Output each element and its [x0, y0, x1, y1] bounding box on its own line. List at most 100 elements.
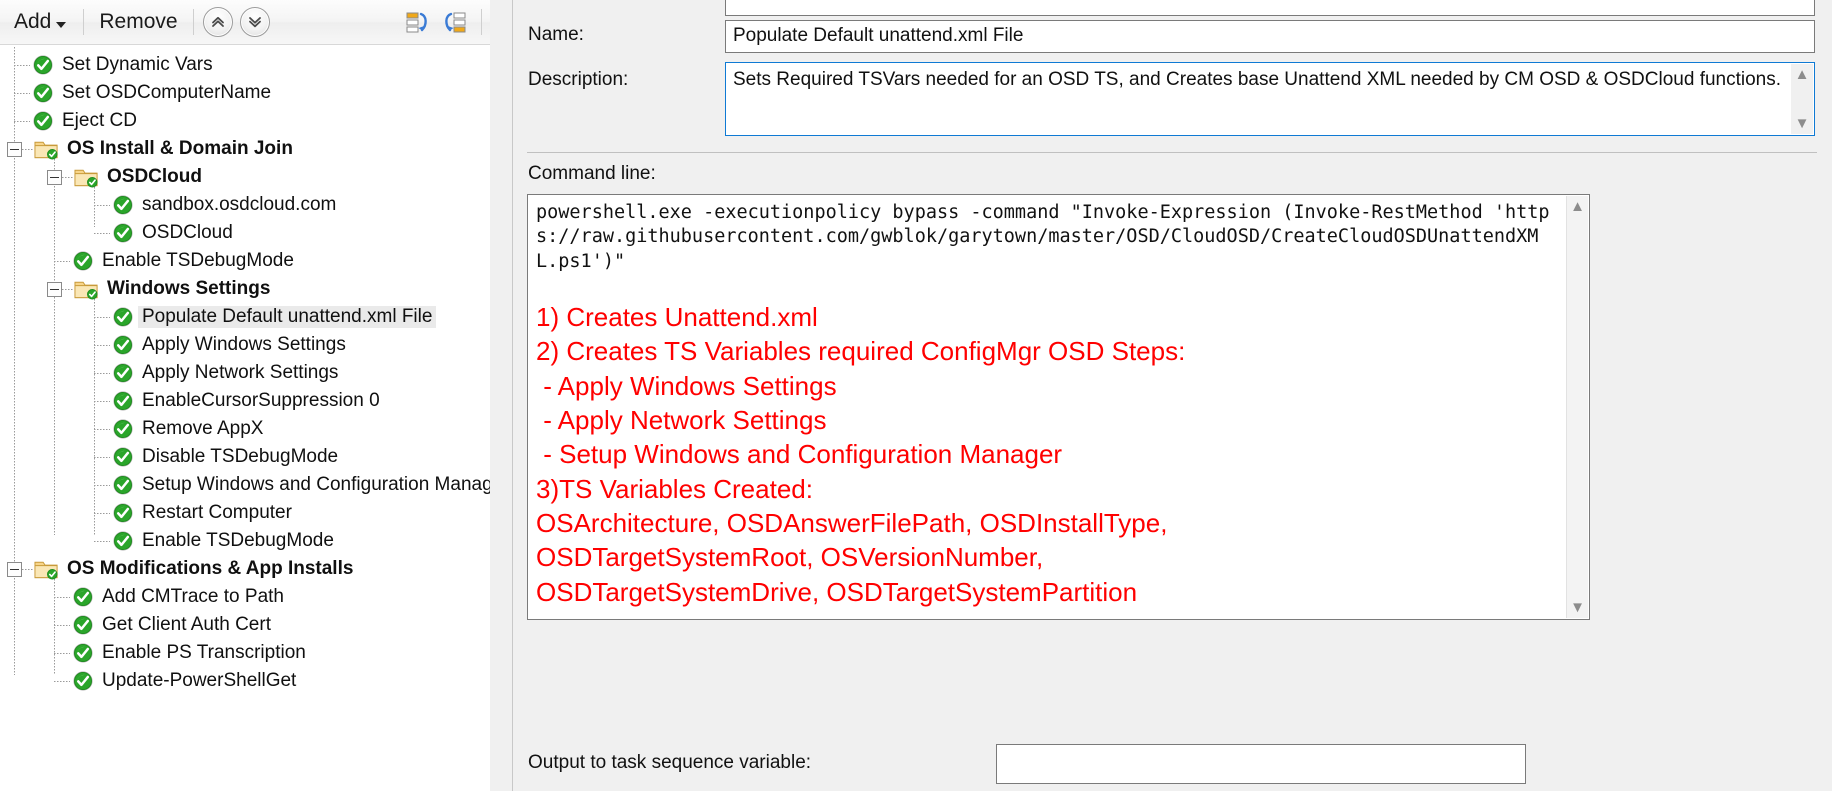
step-properties-panel: Name: Populate Default unattend.xml File…: [512, 0, 1832, 791]
tree-connector-line: [94, 513, 110, 514]
tree-connector-line: [54, 261, 70, 262]
tree-step-row[interactable]: Apply Windows Settings: [0, 331, 490, 359]
tree-step-row[interactable]: Enable TSDebugMode: [0, 527, 490, 555]
tree-item-label: Restart Computer: [142, 502, 292, 523]
tree-step-row[interactable]: Enable PS Transcription: [0, 639, 490, 667]
tree-connector-line: [94, 541, 110, 542]
tree-step-row[interactable]: Get Client Auth Cert: [0, 611, 490, 639]
tree-item-label: Set Dynamic Vars: [62, 54, 213, 75]
tree-connector-line: [94, 233, 110, 234]
move-up-button[interactable]: [202, 7, 233, 37]
chevron-down-icon[interactable]: ▼: [1795, 116, 1810, 131]
folder-icon: [34, 141, 58, 160]
tree-step-row[interactable]: Enable TSDebugMode: [0, 247, 490, 275]
description-scrollbar[interactable]: ▲ ▼: [1791, 64, 1813, 134]
command-line-text: powershell.exe -executionpolicy bypass -…: [536, 202, 1550, 272]
name-input[interactable]: Populate Default unattend.xml File: [725, 20, 1815, 53]
toolbar-separator-3: [481, 9, 482, 35]
success-check-icon: [113, 363, 133, 383]
collapse-all-icon: [406, 12, 427, 33]
tree-toolbar: Add Remove: [0, 0, 490, 45]
tree-expander-collapse-icon[interactable]: [47, 281, 62, 297]
expand-all-button[interactable]: [441, 8, 469, 36]
tree-step-row[interactable]: OSDCloud: [0, 219, 490, 247]
type-input[interactable]: [725, 0, 1815, 16]
output-variable-label: Output to task sequence variable:: [528, 752, 812, 773]
tree-group-row[interactable]: OSDCloud: [0, 163, 490, 191]
tree-step-row[interactable]: Remove AppX: [0, 415, 490, 443]
tree-item-label: Set OSDComputerName: [62, 82, 272, 103]
remove-button[interactable]: Remove: [93, 8, 183, 36]
tree-connector-line: [94, 457, 110, 458]
tree-step-row[interactable]: Update-PowerShellGet: [0, 667, 490, 695]
remove-button-label: Remove: [99, 10, 178, 33]
tree-connector-line: [54, 653, 70, 654]
tree-connector-line: [54, 597, 70, 598]
toolbar-right-group: [393, 8, 490, 36]
tree-step-row[interactable]: Disable TSDebugMode: [0, 443, 490, 471]
folder-icon: [34, 561, 58, 580]
tree-item-label: Update-PowerShellGet: [102, 670, 297, 691]
move-down-button[interactable]: [239, 7, 270, 37]
tree-step-row[interactable]: Set OSDComputerName: [0, 79, 490, 107]
command-line-scrollbar[interactable]: ▲ ▼: [1566, 196, 1588, 618]
tree-connector-line: [94, 485, 110, 486]
tree-step-row[interactable]: Setup Windows and Configuration Manager: [0, 471, 490, 499]
chevron-down-icon[interactable]: ▼: [1570, 600, 1585, 615]
tree-group-row[interactable]: Windows Settings: [0, 275, 490, 303]
tree-step-row[interactable]: Eject CD: [0, 107, 490, 135]
chevron-up-icon[interactable]: ▲: [1795, 67, 1810, 82]
success-check-icon: [113, 223, 133, 243]
tree-step-row[interactable]: EnableCursorSuppression 0: [0, 387, 490, 415]
output-variable-input[interactable]: [996, 744, 1526, 784]
tree-item-label: Eject CD: [62, 110, 137, 131]
tree-item-label: Enable PS Transcription: [102, 642, 306, 663]
success-check-icon: [73, 615, 93, 635]
tree-item-label: sandbox.osdcloud.com: [142, 194, 337, 215]
chevrons-down-icon: [248, 17, 261, 28]
success-check-icon: [113, 419, 133, 439]
tree-connector-line: [22, 149, 34, 150]
tree-expander-collapse-icon[interactable]: [7, 141, 22, 157]
tree-step-row[interactable]: Populate Default unattend.xml File: [0, 303, 490, 331]
collapse-all-button[interactable]: [403, 8, 431, 36]
task-sequence-tree[interactable]: Set Dynamic Vars Set OSDComputerName Eject…: [0, 45, 490, 791]
tree-item-label: Apply Network Settings: [142, 362, 339, 383]
tree-connector-line: [14, 65, 30, 66]
tree-step-row[interactable]: Restart Computer: [0, 499, 490, 527]
tree-step-row[interactable]: Set Dynamic Vars: [0, 51, 490, 79]
command-line-red-notes: 1) Creates Unattend.xml 2) Creates TS Va…: [536, 302, 1186, 607]
tree-connector-line: [14, 121, 30, 122]
tree-item-label: Get Client Auth Cert: [102, 614, 271, 635]
add-dropdown-caret-icon[interactable]: [56, 22, 67, 28]
tree-expander-collapse-icon[interactable]: [47, 169, 62, 185]
tree-item-label: OSDCloud: [142, 222, 233, 243]
command-line-label: Command line:: [528, 163, 656, 184]
tree-connector-line: [22, 569, 34, 570]
success-check-icon: [113, 475, 133, 495]
tree-connector-line: [54, 681, 70, 682]
expand-all-icon: [445, 12, 466, 33]
tree-item-label: Setup Windows and Configuration Manager: [142, 474, 490, 495]
tree-step-row[interactable]: Apply Network Settings: [0, 359, 490, 387]
add-button[interactable]: Add: [8, 8, 74, 36]
chevrons-up-icon: [211, 16, 224, 27]
tree-connector-line: [94, 373, 110, 374]
tree-step-row[interactable]: Add CMTrace to Path: [0, 583, 490, 611]
tree-step-row[interactable]: sandbox.osdcloud.com: [0, 191, 490, 219]
tree-item-label: Apply Windows Settings: [142, 334, 346, 355]
tree-item-label: Enable TSDebugMode: [102, 250, 294, 271]
tree-item-label: Remove AppX: [142, 418, 264, 439]
success-check-icon: [73, 587, 93, 607]
tree-group-row[interactable]: OS Modifications & App Installs: [0, 555, 490, 583]
tree-expander-collapse-icon[interactable]: [7, 561, 22, 577]
tree-group-row[interactable]: OS Install & Domain Join: [0, 135, 490, 163]
chevron-up-icon[interactable]: ▲: [1570, 199, 1585, 214]
description-textarea[interactable]: Sets Required TSVars needed for an OSD T…: [725, 62, 1815, 136]
tree-connector-line: [94, 205, 110, 206]
success-check-icon: [113, 391, 133, 411]
tree-item-label: Disable TSDebugMode: [142, 446, 339, 467]
success-check-icon: [113, 447, 133, 467]
command-line-textarea[interactable]: powershell.exe -executionpolicy bypass -…: [527, 194, 1590, 620]
task-sequence-tree-panel: Add Remove Set Dynamic Vars Set OSDCompu…: [0, 0, 490, 791]
